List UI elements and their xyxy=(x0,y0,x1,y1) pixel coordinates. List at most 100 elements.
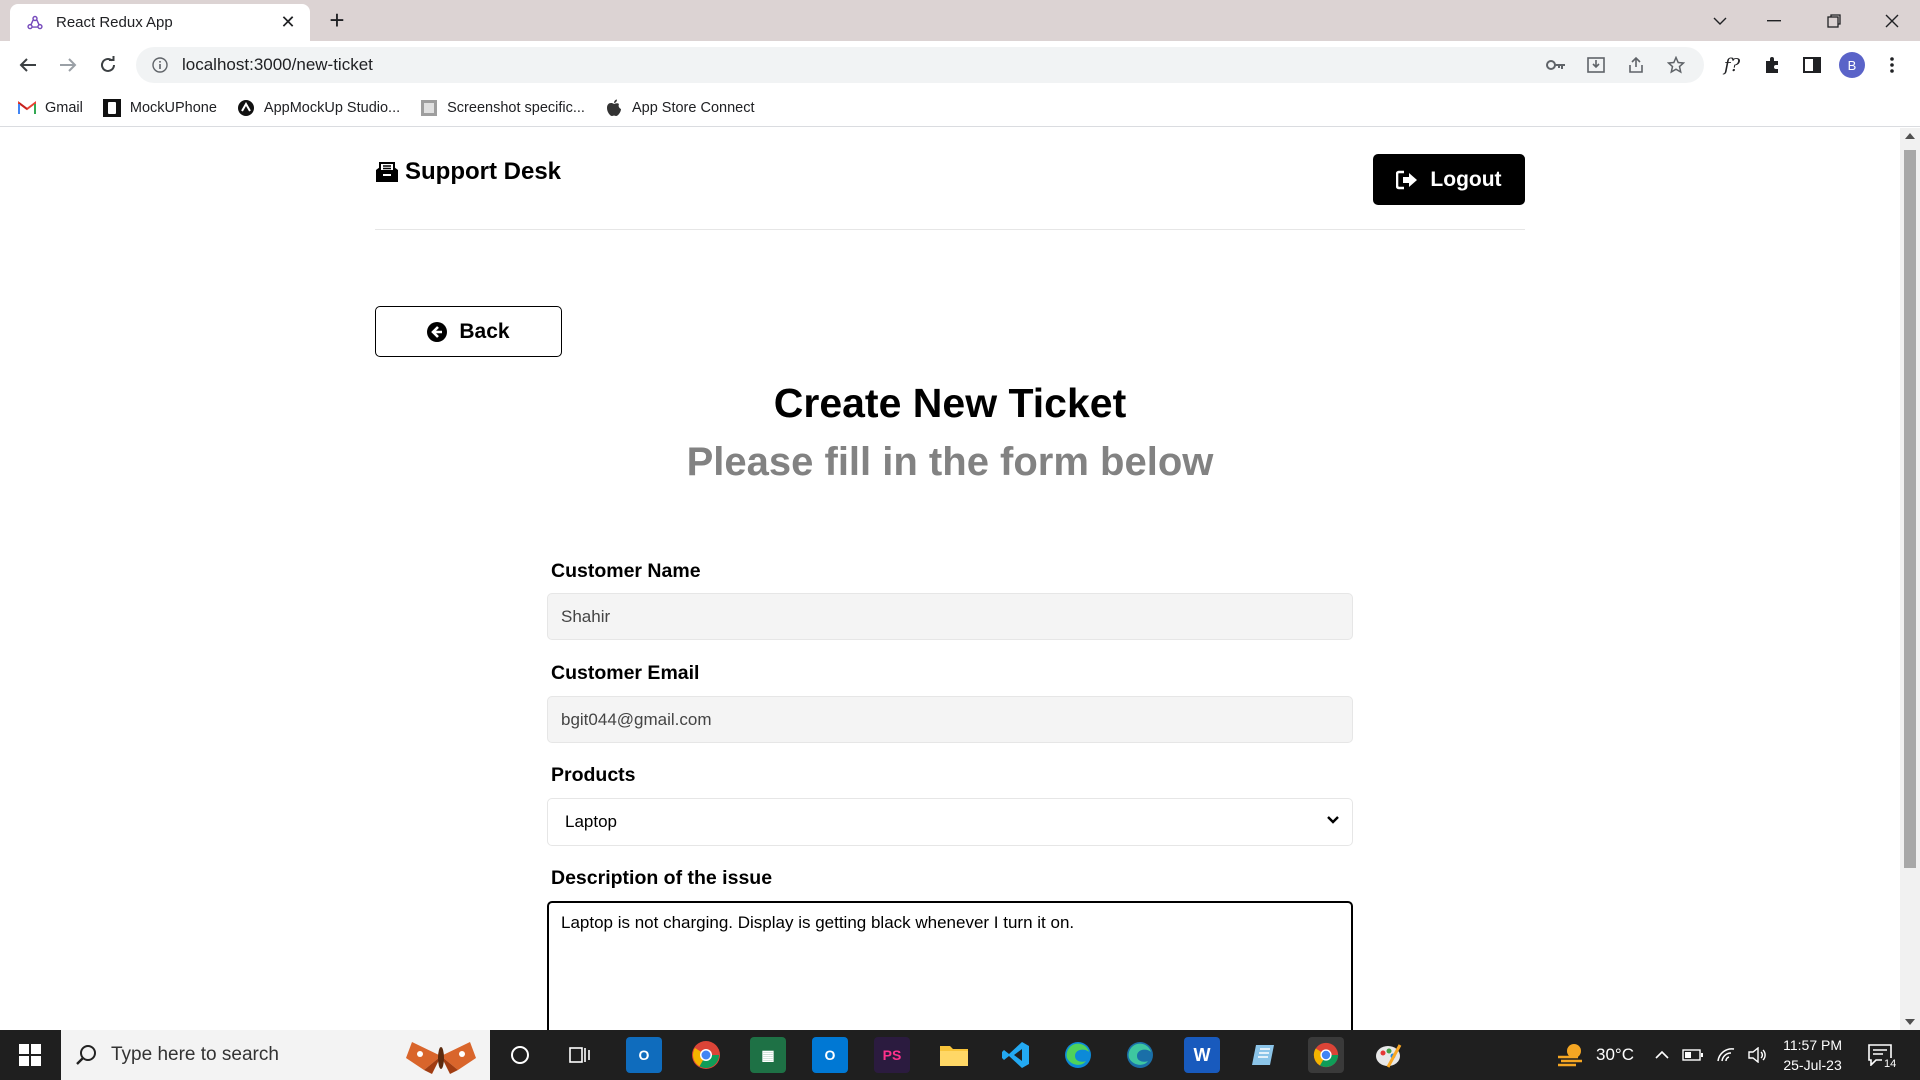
windows-taskbar: Type here to search O ▦ O PS W 30°C 11:5… xyxy=(0,1030,1920,1080)
back-arrow-icon[interactable] xyxy=(14,51,42,79)
page-scrollbar[interactable] xyxy=(1900,128,1920,1030)
page-subtitle: Please fill in the form below xyxy=(686,440,1214,484)
customer-name-label: Customer Name xyxy=(551,560,701,582)
products-selected-value: Laptop xyxy=(565,812,617,831)
customer-name-value: Shahir xyxy=(561,606,611,626)
file-explorer-icon[interactable] xyxy=(936,1037,972,1073)
cortana-icon[interactable] xyxy=(502,1037,538,1073)
task-view-icon[interactable] xyxy=(562,1037,598,1073)
weather-widget[interactable]: 30°C xyxy=(1556,1030,1634,1080)
key-icon[interactable] xyxy=(1546,55,1566,75)
browser-tab-bar: React Redux App ✕ + xyxy=(0,0,1920,41)
formula-extension-icon[interactable]: f? xyxy=(1718,51,1746,79)
new-tab-icon[interactable]: + xyxy=(322,6,352,36)
page-viewport: Support Desk Logout Back Create New Tick… xyxy=(0,128,1900,1030)
taskbar-clock[interactable]: 11:57 PM 25-Jul-23 xyxy=(1783,1035,1842,1075)
page-title: Create New Ticket xyxy=(773,380,1127,426)
search-placeholder: Type here to search xyxy=(111,1044,279,1065)
weather-sun-icon xyxy=(1558,1044,1582,1067)
reload-icon[interactable] xyxy=(94,51,122,79)
side-panel-icon[interactable] xyxy=(1798,51,1826,79)
chevron-down-icon xyxy=(1327,816,1339,824)
redux-favicon-icon xyxy=(27,15,43,29)
bookmark-appmockup[interactable]: AppMockUp Studio... xyxy=(237,99,400,117)
tab-close-icon[interactable]: ✕ xyxy=(278,12,298,33)
arrow-circle-left-icon xyxy=(427,321,448,342)
browser-tab[interactable]: React Redux App ✕ xyxy=(10,4,310,41)
scrollbar-thumb[interactable] xyxy=(1904,150,1916,868)
chrome-icon[interactable] xyxy=(688,1037,724,1073)
description-value: Laptop is not charging. Display is getti… xyxy=(561,913,1075,932)
phpstorm-icon[interactable]: PS xyxy=(874,1037,910,1073)
customer-email-label: Customer Email xyxy=(551,662,700,684)
description-label: Description of the issue xyxy=(551,867,773,889)
outlook-pre-icon[interactable]: O xyxy=(626,1037,662,1073)
products-label: Products xyxy=(551,764,636,786)
bookmark-label: Screenshot specific... xyxy=(447,99,585,116)
minimize-icon[interactable] xyxy=(1746,0,1802,41)
paint-app-icon[interactable] xyxy=(1370,1037,1406,1073)
chrome-profile-icon[interactable] xyxy=(1308,1037,1344,1073)
search-icon xyxy=(76,1045,96,1065)
mockuphone-icon xyxy=(102,98,121,117)
tab-search-icon[interactable] xyxy=(1692,0,1748,41)
gmail-icon xyxy=(18,99,36,117)
customer-email-value: bgit044@gmail.com xyxy=(561,709,712,729)
scroll-up-icon[interactable] xyxy=(1905,133,1915,139)
tab-title: React Redux App xyxy=(56,14,173,31)
edge-icon[interactable] xyxy=(1060,1037,1096,1073)
bookmark-label: MockUPhone xyxy=(129,99,217,116)
description-textarea[interactable]: Laptop is not charging. Display is getti… xyxy=(547,901,1353,1030)
notification-count: 14 xyxy=(1882,1058,1899,1070)
back-label: Back xyxy=(459,319,510,343)
extensions-icon[interactable] xyxy=(1758,51,1786,79)
moth-decoration-icon xyxy=(406,1042,476,1074)
taskbar-search[interactable]: Type here to search xyxy=(61,1030,490,1080)
address-bar[interactable]: localhost:3000/new-ticket xyxy=(136,47,1704,83)
logo-text: Support Desk xyxy=(405,158,562,185)
bookmark-star-icon[interactable] xyxy=(1666,55,1686,75)
notification-center-icon[interactable]: 14 xyxy=(1868,1030,1899,1080)
site-info-icon[interactable] xyxy=(152,57,168,73)
customer-name-field[interactable]: Shahir xyxy=(547,593,1353,640)
battery-icon[interactable] xyxy=(1682,1049,1704,1061)
bookmark-label: App Store Connect xyxy=(631,99,755,116)
logo[interactable]: Support Desk xyxy=(375,158,561,186)
word-icon[interactable]: W xyxy=(1184,1037,1220,1073)
clock-date: 25-Jul-23 xyxy=(1783,1057,1842,1073)
temperature: 30°C xyxy=(1596,1045,1634,1064)
restore-icon[interactable] xyxy=(1806,0,1862,41)
profile-initial: B xyxy=(1839,52,1865,78)
share-icon[interactable] xyxy=(1626,55,1646,75)
profile-avatar[interactable]: B xyxy=(1838,51,1866,79)
appmockup-icon xyxy=(237,99,255,117)
edge-dev-icon[interactable] xyxy=(1122,1037,1158,1073)
windows-start-icon[interactable] xyxy=(0,1030,60,1080)
logout-button[interactable]: Logout xyxy=(1373,154,1525,205)
scroll-down-icon[interactable] xyxy=(1905,1019,1915,1025)
bookmark-gmail[interactable]: Gmail xyxy=(18,99,83,117)
clock-time: 11:57 PM xyxy=(1783,1037,1842,1053)
install-icon[interactable] xyxy=(1586,55,1606,75)
url-text: localhost:3000/new-ticket xyxy=(182,55,373,74)
customer-email-field[interactable]: bgit044@gmail.com xyxy=(547,696,1353,743)
vscode-icon[interactable] xyxy=(998,1037,1034,1073)
bookmark-app-store-connect[interactable]: App Store Connect xyxy=(605,99,755,117)
volume-icon[interactable] xyxy=(1748,1047,1768,1063)
bookmarks-bar: Gmail MockUPhone AppMockUp Studio... Scr… xyxy=(0,89,1920,127)
notes-app-icon[interactable] xyxy=(1246,1037,1282,1073)
wifi-icon[interactable] xyxy=(1716,1047,1736,1063)
browser-toolbar: localhost:3000/new-ticket f? B xyxy=(0,41,1920,89)
bookmark-label: AppMockUp Studio... xyxy=(263,99,401,116)
sheets-app-icon[interactable]: ▦ xyxy=(750,1037,786,1073)
products-select[interactable]: Laptop xyxy=(547,798,1353,846)
bookmark-screenshot[interactable]: Screenshot specific... xyxy=(420,99,585,117)
outlook-icon[interactable]: O xyxy=(812,1037,848,1073)
apple-icon xyxy=(605,99,623,117)
browser-menu-icon[interactable] xyxy=(1878,51,1906,79)
bookmark-mockuphone[interactable]: MockUPhone xyxy=(102,98,217,117)
back-button[interactable]: Back xyxy=(375,306,562,357)
close-window-icon[interactable] xyxy=(1864,0,1920,41)
forward-arrow-icon[interactable] xyxy=(54,51,82,79)
tray-chevron-up-icon[interactable] xyxy=(1654,1050,1670,1060)
